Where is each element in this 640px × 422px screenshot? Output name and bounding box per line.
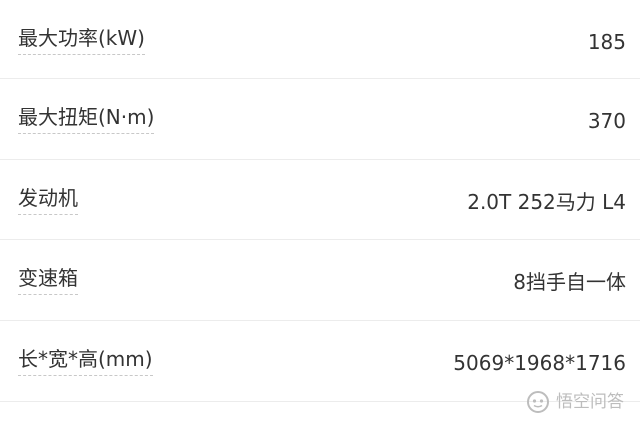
spec-list: 最大功率(kW) 185 最大扭矩(N·m) 370 发动机 2.0T 252马… [0,0,640,402]
spec-label-max-power[interactable]: 最大功率(kW) [18,24,145,55]
spec-label-dimensions[interactable]: 长*宽*高(mm) [18,345,153,376]
wukong-logo-icon [526,390,550,414]
spec-value-max-power: 185 [587,30,626,54]
spec-row-max-torque: 最大扭矩(N·m) 370 [0,79,640,160]
spec-label-engine[interactable]: 发动机 [18,184,78,215]
spec-value-transmission: 8挡手自一体 [513,270,626,294]
spec-value-engine: 2.0T 252马力 L4 [467,190,626,214]
spec-row-transmission: 变速箱 8挡手自一体 [0,240,640,321]
spec-label-max-torque[interactable]: 最大扭矩(N·m) [18,103,155,134]
watermark-text: 悟空问答 [556,392,624,412]
spec-label-transmission[interactable]: 变速箱 [18,264,78,295]
watermark: 悟空问答 [526,390,624,414]
spec-value-dimensions: 5069*1968*1716 [453,351,626,375]
spec-row-engine: 发动机 2.0T 252马力 L4 [0,160,640,240]
spec-row-max-power: 最大功率(kW) 185 [0,0,640,79]
spec-value-max-torque: 370 [587,109,626,133]
